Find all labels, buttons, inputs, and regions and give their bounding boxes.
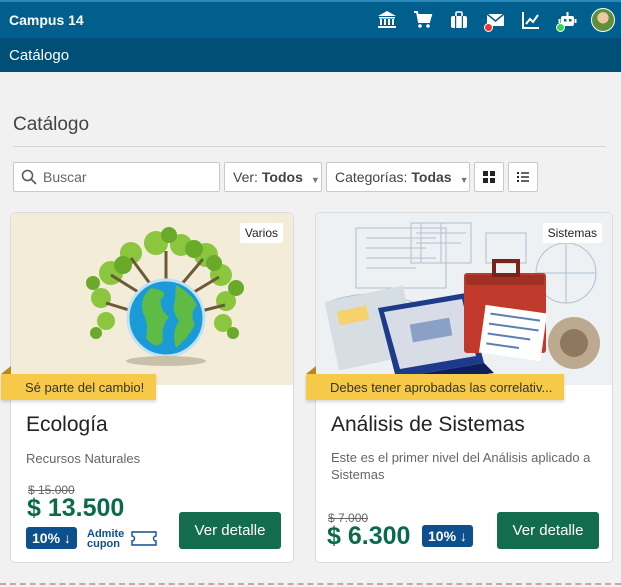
mail-icon[interactable] [477,2,513,38]
search-input[interactable] [43,169,213,185]
notification-dot [484,23,493,32]
course-price: $ 13.500 [27,494,125,522]
section-title: Catálogo [9,46,70,64]
list-view-button[interactable] [508,162,538,192]
top-icons [369,2,621,38]
robot-icon[interactable] [549,2,585,38]
section-bar: Catálogo [0,38,621,72]
discount-badge: 10% ↓ [422,525,473,547]
course-subtitle: Este es el primer nivel del Análisis apl… [331,450,591,482]
user-avatar-button[interactable] [585,2,621,38]
bank-icon[interactable] [369,2,405,38]
coupon-label-line2: cupon [87,538,120,550]
course-card[interactable]: Varios Sé parte del cambio! Ecología Rec… [1,212,294,563]
course-title[interactable]: Análisis de Sistemas [331,413,525,437]
chevron-down-icon: ▼ [310,175,320,185]
view-detail-button[interactable]: Ver detalle [497,512,599,549]
page-title: Catálogo [13,114,90,135]
title-divider [13,146,606,147]
promo-ribbon: Sé parte del cambio! [1,366,157,400]
search-box [13,162,220,192]
category-badge: Sistemas [542,223,602,243]
promo-ribbon-text: Sé parte del cambio! [25,379,145,395]
search-icon [21,169,37,185]
view-select-value: Todos [261,169,303,185]
view-detail-button[interactable]: Ver detalle [179,512,281,549]
avatar [591,8,615,32]
category-select-label: Categorías: [335,169,408,185]
course-title[interactable]: Ecología [26,413,108,437]
list-icon [517,172,529,182]
course-subtitle: Recursos Naturales [26,451,141,466]
category-select[interactable]: Categorías: Todas ▼ [326,162,470,192]
category-select-value: Todas [411,169,452,185]
discount-badge: 10% ↓ [26,527,77,549]
cart-icon[interactable] [405,2,441,38]
filter-toolbar: Ver:Todos ▼ Categorías:Todas ▼ [13,162,538,192]
chevron-down-icon: ▼ [459,175,469,185]
chart-icon[interactable] [513,2,549,38]
view-select-label: Ver: [233,169,258,185]
course-card[interactable]: Sistemas Debes tener aprobadas las corre… [306,212,613,563]
online-dot [556,23,565,32]
bottom-divider [0,583,621,585]
category-badge: Varios [239,223,283,243]
ticket-icon [131,531,157,546]
requirement-ribbon-text: Debes tener aprobadas las correlativ... [330,379,553,395]
grid-icon [483,171,495,183]
grid-view-button[interactable] [474,162,504,192]
briefcase-icon[interactable] [441,2,477,38]
top-navbar: Campus 14 [0,0,621,38]
brand-title[interactable]: Campus 14 [9,12,84,28]
requirement-ribbon: Debes tener aprobadas las correlativ... [306,366,565,400]
course-price: $ 6.300 [327,522,411,550]
view-select[interactable]: Ver: Todos ▼ [224,162,322,192]
coupon-label: Admite cupon [87,529,124,550]
